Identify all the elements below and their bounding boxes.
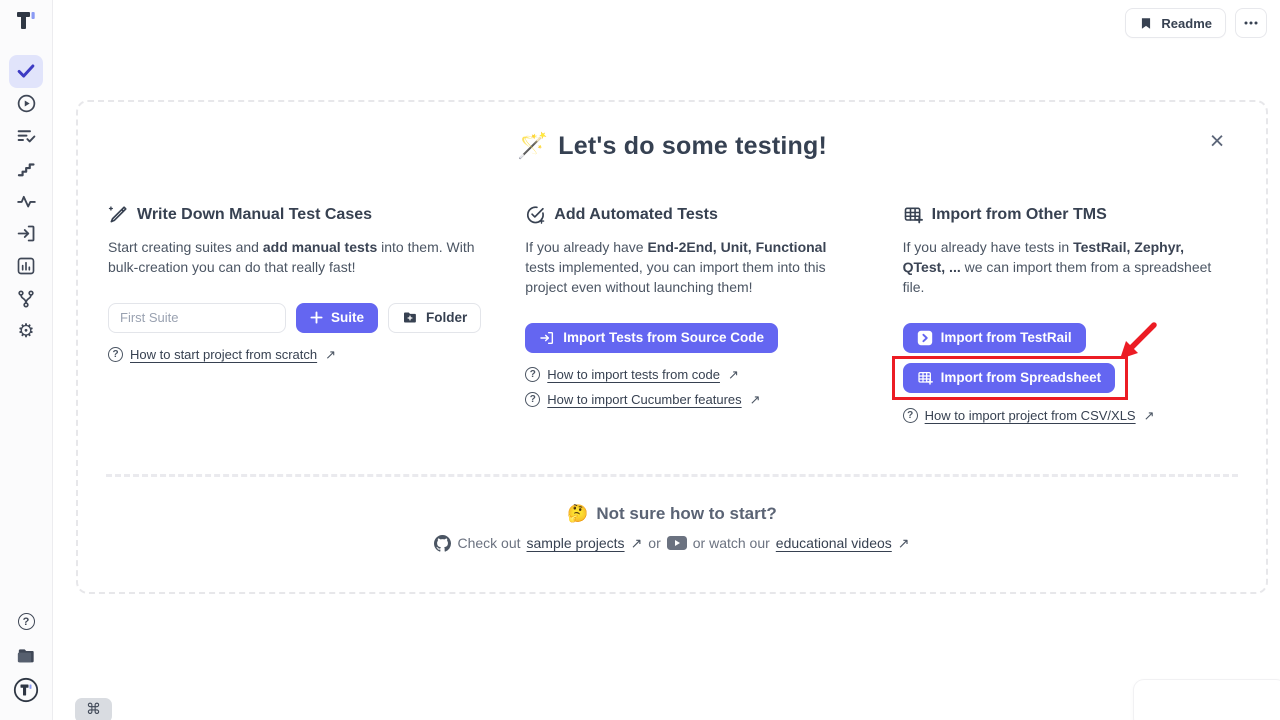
sidebar-item-settings[interactable]: ⚙ <box>9 315 43 348</box>
sidebar-item-import[interactable] <box>9 218 43 251</box>
dashed-divider <box>106 474 1238 477</box>
columns: Write Down Manual Test Cases Start creat… <box>78 205 1266 424</box>
bookmark-icon <box>1139 16 1153 31</box>
annotation-red-arrow <box>1108 319 1160 369</box>
sidebar: ⚙ ? <box>0 0 53 720</box>
first-suite-input[interactable] <box>108 303 286 333</box>
close-button[interactable]: × <box>1204 128 1230 154</box>
help-circle-icon: ? <box>525 367 540 382</box>
sidebar-item-milestones[interactable] <box>9 153 43 186</box>
profile-logo-icon <box>13 677 39 703</box>
suite-create-row: Suite Folder <box>108 303 481 333</box>
testrail-icon <box>917 330 933 346</box>
column3-heading: Import from Other TMS <box>903 205 1236 225</box>
add-suite-button[interactable]: Suite <box>296 303 378 333</box>
column1-heading: Write Down Manual Test Cases <box>108 205 481 225</box>
sidebar-item-help[interactable]: ? <box>9 605 43 638</box>
sidebar-item-runs[interactable] <box>9 88 43 121</box>
doc-link-csv: ? How to import project from CSV/XLS ↗ <box>903 408 1155 424</box>
command-palette-button[interactable]: ⌘ <box>75 698 112 720</box>
topbar: Readme <box>1125 8 1267 38</box>
sample-projects-link[interactable]: sample projects <box>527 535 625 551</box>
play-circle-icon <box>16 93 37 114</box>
main-content: Readme × 🪄Let's do some testing! Write D… <box>53 0 1280 720</box>
external-link-icon: ↗ <box>631 535 643 552</box>
external-link-icon: ↗ <box>1144 408 1155 424</box>
sidebar-bottom: ? <box>9 605 43 706</box>
command-icon: ⌘ <box>86 700 101 718</box>
pencil-plus-icon <box>108 205 128 225</box>
list-check-icon <box>16 126 37 147</box>
how-to-import-cucumber-link[interactable]: How to import Cucumber features <box>547 392 741 407</box>
sidebar-nav: ⚙ <box>9 55 43 348</box>
folder-icon <box>16 646 36 666</box>
sidebar-item-pulse[interactable] <box>9 185 43 218</box>
check-icon <box>15 60 37 82</box>
plus-icon <box>310 311 323 324</box>
bar-chart-icon <box>16 256 36 276</box>
column-automated-tests: Add Automated Tests If you already have … <box>525 205 858 424</box>
import-source-row: Import Tests from Source Code <box>525 323 858 353</box>
import-icon <box>16 223 37 244</box>
column2-heading: Add Automated Tests <box>525 205 858 225</box>
footer-links-line: Check out sample projects ↗ or or watch … <box>78 535 1266 552</box>
import-source-code-button[interactable]: Import Tests from Source Code <box>525 323 778 353</box>
readme-button[interactable]: Readme <box>1125 8 1226 38</box>
app-logo-icon <box>14 9 38 33</box>
sidebar-item-branches[interactable] <box>9 283 43 316</box>
highlighted-area: Import from Spreadsheet <box>903 363 1116 393</box>
app-logo[interactable] <box>14 9 38 33</box>
chat-widget-popup[interactable] <box>1134 680 1280 720</box>
import-testrail-button[interactable]: Import from TestRail <box>903 323 1086 353</box>
github-icon <box>434 535 451 552</box>
tms-buttons: Import from TestRail Import from Spreads… <box>903 298 1236 424</box>
steps-icon <box>16 159 36 179</box>
how-to-import-csv-link[interactable]: How to import project from CSV/XLS <box>925 408 1136 423</box>
doc-link-scratch: ? How to start project from scratch ↗ <box>108 347 481 363</box>
sidebar-item-tests[interactable] <box>9 55 43 88</box>
sidebar-item-analytics[interactable] <box>9 250 43 283</box>
help-circle-icon: ? <box>18 613 35 630</box>
sidebar-item-projects[interactable] <box>9 639 43 672</box>
column2-description: If you already have End-2End, Unit, Func… <box>525 238 858 298</box>
educational-videos-link[interactable]: educational videos <box>776 535 892 551</box>
column-manual-tests: Write Down Manual Test Cases Start creat… <box>108 205 481 424</box>
readme-label: Readme <box>1161 16 1212 31</box>
thinking-emoji: 🤔 <box>567 504 588 523</box>
help-circle-icon: ? <box>903 408 918 423</box>
youtube-icon <box>667 536 687 550</box>
spreadsheet-plus-icon <box>917 370 933 386</box>
help-circle-icon: ? <box>108 347 123 362</box>
help-circle-icon: ? <box>525 392 540 407</box>
how-to-start-link[interactable]: How to start project from scratch <box>130 347 317 362</box>
how-to-import-code-link[interactable]: How to import tests from code <box>547 367 720 382</box>
doc-link-import-code: ? How to import tests from code ↗ <box>525 367 858 383</box>
circle-check-plus-icon <box>525 205 545 225</box>
external-link-icon: ↗ <box>898 535 910 552</box>
magic-wand-emoji: 🪄 <box>517 132 548 160</box>
onboarding-card: × 🪄Let's do some testing! Write Down Man… <box>76 100 1268 594</box>
ellipsis-icon <box>1244 21 1258 25</box>
more-options-button[interactable] <box>1235 8 1267 38</box>
external-link-icon: ↗ <box>728 367 739 383</box>
gear-icon: ⚙ <box>17 322 34 341</box>
import-icon <box>539 330 555 346</box>
column3-description: If you already have tests in TestRail, Z… <box>903 238 1236 298</box>
doc-link-cucumber: ? How to import Cucumber features ↗ <box>525 392 858 408</box>
sidebar-item-plans[interactable] <box>9 120 43 153</box>
folder-plus-icon <box>402 310 418 325</box>
git-branch-icon <box>16 289 36 309</box>
table-plus-icon <box>903 205 923 225</box>
external-link-icon: ↗ <box>750 392 761 408</box>
pulse-icon <box>16 191 37 212</box>
import-spreadsheet-button[interactable]: Import from Spreadsheet <box>903 363 1116 393</box>
add-folder-button[interactable]: Folder <box>388 303 481 333</box>
card-footer: 🤔Not sure how to start? Check out sample… <box>78 504 1266 552</box>
column-import-tms: Import from Other TMS If you already hav… <box>903 205 1236 424</box>
card-title: 🪄Let's do some testing! <box>78 132 1266 161</box>
sidebar-item-profile[interactable] <box>9 673 43 706</box>
column1-description: Start creating suites and add manual tes… <box>108 238 481 278</box>
footer-heading: 🤔Not sure how to start? <box>78 504 1266 524</box>
external-link-icon: ↗ <box>325 347 336 363</box>
